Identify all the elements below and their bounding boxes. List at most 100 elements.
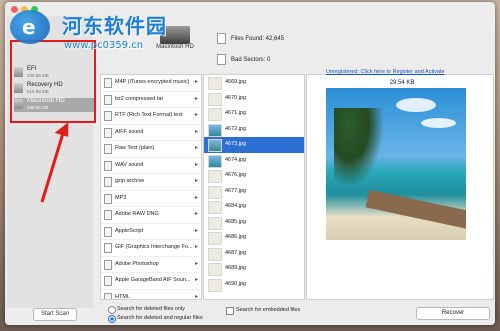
file-row[interactable]: 4677.jpg (204, 184, 304, 200)
file-type-row[interactable]: MP3 ▸ (101, 191, 201, 207)
file-type-icon (104, 78, 112, 88)
close-window-button[interactable] (11, 6, 18, 13)
file-type-row[interactable]: AIFF sound ▸ (101, 125, 201, 141)
file-row[interactable]: 4672.jpg (204, 122, 304, 138)
option-deleted-and-regular-label: Search for deleted and regular files (117, 315, 203, 321)
file-thumbnail (208, 232, 222, 245)
file-thumbnail (208, 185, 222, 199)
chevron-right-icon: ▸ (194, 178, 198, 184)
file-type-list: M4P (iTunes encrypted music) ▸ bz2 compre… (100, 74, 202, 300)
preview-image (326, 88, 466, 240)
file-type-row[interactable]: RTF (Rich Text Format) text ▸ (101, 108, 201, 125)
file-type-row[interactable]: Apple GarageBand AIF Soun... ▸ (101, 273, 201, 290)
file-type-label: Adobe RAW DNG (115, 211, 159, 217)
file-name: 4671.jpg (225, 110, 247, 116)
file-name: 4670.jpg (225, 94, 247, 101)
highlight-annotation-box (10, 40, 96, 123)
file-row[interactable]: 4676.jpg (204, 168, 304, 184)
file-type-icon (104, 144, 112, 154)
file-row[interactable]: 4671.jpg (204, 106, 304, 122)
file-type-row[interactable]: gzip archive ▸ (101, 174, 201, 191)
file-type-label: M4P (iTunes encrypted music) (115, 79, 190, 85)
file-type-label: WAV sound (115, 161, 144, 168)
chevron-right-icon: ▸ (194, 227, 198, 234)
cloud-shape (421, 118, 456, 128)
preview-file-size: 29.54 KB (389, 80, 415, 86)
option-embedded-files-label: Search for embedded files (236, 307, 301, 313)
file-type-row[interactable]: GIF (Graphics Interchange Fo... ▸ (101, 240, 201, 257)
file-type-label: AIFF sound (115, 128, 144, 135)
file-name: 4674.jpg (225, 156, 247, 163)
file-thumbnail (208, 170, 222, 183)
file-name: 4690.jpg (225, 280, 247, 287)
file-row[interactable]: 4674.jpg (204, 153, 304, 169)
chevron-right-icon: ▸ (194, 79, 198, 85)
annotation-arrow-icon (40, 122, 69, 203)
file-name: 4676.jpg (225, 172, 247, 178)
file-row[interactable]: 4687.jpg (204, 246, 304, 262)
file-name: 4677.jpg (225, 187, 247, 194)
file-type-icon (104, 276, 112, 286)
file-type-label: bz2 compressed tar (115, 95, 164, 102)
file-thumbnail (208, 263, 222, 276)
radio-deleted-and-regular[interactable] (108, 315, 116, 323)
file-thumbnail (208, 278, 222, 292)
file-row[interactable]: 4686.jpg (204, 230, 304, 246)
file-type-row[interactable]: M4P (iTunes encrypted music) ▸ (101, 75, 201, 92)
palm-tree-shape (334, 108, 384, 188)
file-type-label: Apple GarageBand AIF Soun... (115, 277, 191, 283)
file-type-icon (104, 111, 112, 121)
file-row[interactable]: 4684.jpg (204, 199, 304, 215)
file-row-selected[interactable]: 4673.jpg (204, 137, 304, 153)
chevron-right-icon: ▸ (194, 112, 198, 118)
file-type-icon (104, 292, 112, 299)
chevron-right-icon: ▸ (194, 293, 198, 300)
file-name: 4669.jpg (225, 79, 247, 85)
pier-shape (365, 189, 466, 235)
file-row[interactable]: 4669.jpg (204, 75, 304, 91)
radio-deleted-only[interactable] (108, 306, 116, 314)
file-type-row[interactable]: Raw Text (plain) ▸ (101, 141, 201, 158)
watermark-title: 河东软件园 (62, 14, 167, 38)
register-link[interactable]: Unregistered: Click here to Register and… (326, 69, 445, 75)
file-name: 4685.jpg (225, 218, 247, 225)
file-name: 4689.jpg (225, 265, 247, 271)
file-type-label: RTF (Rich Text Format) text (115, 112, 183, 118)
file-type-row[interactable]: Adobe RAW DNG ▸ (101, 207, 201, 224)
document-icon (217, 33, 226, 44)
file-type-row[interactable]: Adobe Photoshop ▸ (101, 257, 201, 273)
file-list: 4669.jpg 4670.jpg 4671.jpg 4672.jpg 4673… (203, 74, 305, 300)
file-thumbnail (208, 108, 222, 121)
file-row[interactable]: 4685.jpg (204, 215, 304, 231)
file-type-label: MP3 (115, 194, 127, 201)
file-row[interactable]: 4690.jpg (204, 277, 304, 293)
file-name: 4687.jpg (225, 249, 247, 256)
file-type-label: AppleScript (115, 227, 144, 234)
file-type-icon (104, 243, 112, 253)
file-type-icon (104, 160, 112, 171)
file-row[interactable]: 4670.jpg (204, 91, 304, 107)
chevron-right-icon: ▸ (194, 211, 198, 217)
file-type-row[interactable]: WAV sound ▸ (101, 158, 201, 174)
file-thumbnail (208, 139, 222, 152)
file-type-row[interactable]: HTML ▸ (101, 290, 201, 300)
file-type-row[interactable]: AppleScript ▸ (101, 224, 201, 240)
file-type-label: GIF (Graphics Interchange Fo... (115, 244, 193, 250)
file-thumbnail (208, 123, 222, 137)
option-deleted-only-label: Search for deleted files only (117, 306, 185, 312)
chevron-right-icon: ▸ (194, 244, 198, 250)
chevron-right-icon: ▸ (194, 277, 198, 283)
cloud-shape (396, 98, 436, 112)
file-type-icon (104, 193, 112, 204)
chevron-right-icon: ▸ (194, 95, 198, 102)
chevron-right-icon: ▸ (194, 161, 198, 168)
file-thumbnail (208, 92, 222, 106)
file-row[interactable]: 4689.jpg (204, 261, 304, 277)
file-thumbnail (208, 247, 222, 261)
file-type-row[interactable]: bz2 compressed tar ▸ (101, 92, 201, 108)
file-thumbnail (208, 77, 222, 90)
recover-button[interactable]: Recover (416, 307, 490, 320)
start-scan-button[interactable]: Start Scan (33, 308, 77, 321)
site-logo-icon: e (10, 10, 50, 44)
checkbox-embedded-files[interactable] (226, 307, 234, 315)
